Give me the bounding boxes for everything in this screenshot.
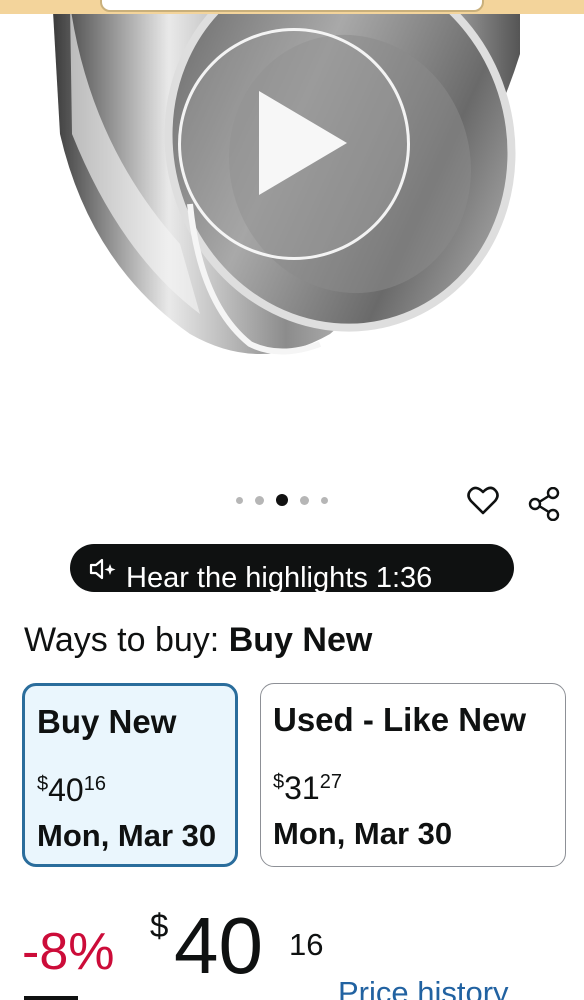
price-currency: $ — [273, 771, 285, 793]
price-currency: $ — [150, 907, 169, 944]
wishlist-button[interactable] — [466, 483, 500, 517]
scroll-indicator — [24, 996, 78, 1000]
carousel-dot[interactable] — [255, 495, 264, 505]
search-bar[interactable] — [100, 0, 484, 12]
buy-new-option[interactable]: Buy New $4016 Mon, Mar 30 — [22, 683, 238, 867]
price-cents: 27 — [319, 771, 342, 793]
option-delivery-date: Mon, Mar 30 — [273, 816, 453, 851]
ways-to-buy-selected: Buy New — [228, 621, 373, 659]
hear-highlights-button[interactable]: Hear the highlights 1:36 — [70, 544, 514, 592]
option-title: Buy New — [37, 703, 177, 740]
price-cents: 16 — [83, 773, 106, 795]
share-icon — [528, 487, 560, 521]
speaker-sparkle-icon — [89, 558, 116, 580]
price-cents: 16 — [289, 927, 324, 962]
product-image[interactable] — [0, 0, 584, 484]
option-delivery-date: Mon, Mar 30 — [37, 818, 217, 853]
carousel-dots[interactable] — [236, 493, 328, 507]
ways-to-buy-heading: Ways to buy: Buy New — [24, 620, 372, 660]
option-title: Used - Like New — [273, 701, 527, 738]
heart-icon — [467, 486, 499, 515]
video-play-button[interactable] — [178, 28, 410, 260]
carousel-dot-active[interactable] — [276, 494, 288, 506]
used-like-new-option[interactable]: Used - Like New $3127 Mon, Mar 30 — [260, 683, 566, 867]
product-page: Hear the highlights 1:36 Ways to buy: Bu… — [0, 0, 584, 1000]
price-whole: 40 — [174, 901, 263, 990]
share-button[interactable] — [526, 486, 562, 522]
carousel-dot[interactable] — [321, 496, 328, 504]
app-header — [0, 0, 584, 14]
price-whole: 31 — [284, 770, 320, 806]
option-price: $3127 — [273, 762, 342, 815]
ways-to-buy-prefix: Ways to buy: — [24, 621, 220, 659]
carousel-dot[interactable] — [236, 496, 243, 504]
play-icon — [259, 91, 347, 195]
price-history-link[interactable]: Price history — [338, 975, 509, 1000]
price-currency: $ — [37, 773, 49, 795]
discount-percent: -8% — [22, 923, 115, 981]
price-whole: 40 — [48, 772, 84, 808]
hear-highlights-label: Hear the highlights 1:36 — [126, 562, 433, 592]
option-price: $4016 — [37, 764, 106, 817]
carousel-dot[interactable] — [300, 495, 309, 505]
